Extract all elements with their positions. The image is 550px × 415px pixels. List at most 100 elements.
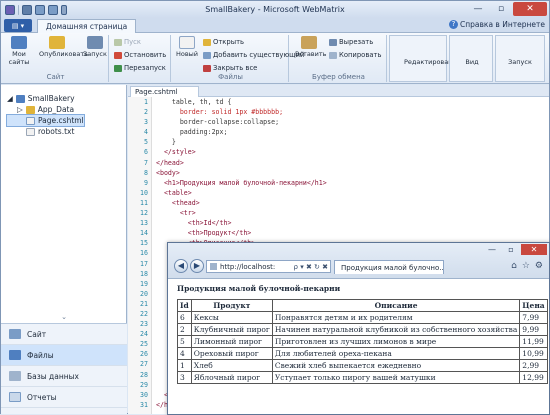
tree-item-label: App_Data — [37, 105, 75, 114]
cut-button[interactable]: Вырезать — [329, 38, 373, 46]
line-number: 9 — [144, 178, 148, 187]
edit-group-button[interactable]: Редактирование — [389, 35, 461, 82]
tree-item-file[interactable]: robots.txt — [7, 126, 84, 137]
run-button[interactable]: Запуск — [81, 35, 109, 58]
code-line: } — [156, 138, 176, 147]
my-sites-icon — [11, 36, 27, 49]
browser-close-button[interactable]: ✕ — [521, 244, 547, 255]
favorites-icon[interactable]: ☆ — [522, 261, 530, 271]
tab-page-cshtml[interactable]: Page.cshtml — [130, 86, 199, 97]
database-icon — [9, 371, 21, 381]
start-icon — [114, 38, 122, 46]
table-row: 2 Клубничный пирог Начинен натуральной клу… — [177, 323, 548, 336]
table-row: 5 Лимонный пирог Приготовлен из лучших лим… — [177, 335, 548, 348]
line-number: 18 — [140, 269, 148, 278]
table-cell: Понравятся детям и их родителям — [271, 311, 521, 324]
browser-minimize-button[interactable]: — — [483, 244, 501, 255]
code-line: <thead> — [156, 198, 200, 207]
tree-item-folder[interactable]: ▷ App_Data — [7, 104, 84, 115]
address-icons[interactable]: ρ ▾ ✖ ↻ ✖ — [294, 263, 330, 271]
editor-tabs: Page.cshtml — [128, 85, 549, 97]
line-number: 29 — [140, 380, 148, 389]
stop-icon — [114, 51, 122, 59]
close-button[interactable]: ✕ — [513, 2, 547, 16]
browser-maximize-button[interactable]: ▫ — [502, 244, 520, 255]
my-sites-button[interactable]: Мои сайты — [5, 35, 33, 66]
paste-button[interactable]: Вставить — [295, 35, 326, 58]
expand-icon[interactable]: ▷ — [17, 105, 23, 114]
table-cell: Приготовлен из лучших лимонов в мире — [271, 335, 521, 348]
table-header-row: Id Продукт Описание Цена — [177, 299, 548, 312]
view-group-button[interactable]: Вид — [449, 35, 493, 82]
open-button[interactable]: Открыть — [203, 38, 244, 46]
line-number: 17 — [140, 259, 148, 268]
minimize-button[interactable]: — — [467, 2, 489, 16]
line-number: 19 — [140, 279, 148, 288]
collapse-icon[interactable]: ◢ — [7, 94, 13, 103]
publish-button[interactable]: Опубликовать — [39, 35, 88, 58]
workspace-files[interactable]: Файлы — [1, 345, 127, 366]
tree-item-file-selected[interactable]: Page.cshtml — [6, 114, 85, 127]
line-number: 1 — [144, 98, 148, 106]
tab-home[interactable]: Домашняя страница — [37, 19, 137, 33]
line-number-gutter: 1 2 3 4 5 6 7 8 9 10 11 12 13 14 15 16 17 18 19 20 21 22 23 24 2… — [128, 97, 152, 414]
back-button[interactable]: ◀ — [174, 259, 188, 273]
workspace-site[interactable]: Сайт — [1, 324, 127, 345]
workspace-reports[interactable]: Отчеты — [1, 387, 127, 408]
restart-button[interactable]: Перезапуск — [114, 64, 166, 72]
files-workspace-icon — [9, 350, 21, 360]
home-icon[interactable]: ⌂ — [511, 261, 517, 271]
line-number: 20 — [140, 289, 148, 298]
workspace-databases[interactable]: Базы данных — [1, 366, 127, 387]
line-number: 12 — [140, 209, 148, 218]
add-existing-icon — [203, 51, 211, 59]
stop-button[interactable]: Остановить — [114, 51, 166, 59]
maximize-button[interactable]: ▫ — [490, 2, 512, 16]
browser-tab[interactable]: Продукция малой булочно... — [334, 260, 444, 274]
application-menu-button[interactable]: ▤ ▾ — [4, 19, 32, 32]
line-number: 10 — [140, 188, 148, 197]
ribbon-tab-row: ▤ ▾ Домашняя страница ? Справка в Интерне… — [1, 18, 549, 33]
line-number: 4 — [144, 128, 148, 137]
workspace-label: Сайт — [27, 329, 47, 339]
table-cell: 3 — [177, 371, 192, 384]
page-icon — [210, 263, 217, 270]
restart-icon — [114, 64, 122, 72]
tree-item-site[interactable]: ◢ SmallBakery — [7, 93, 84, 104]
address-bar[interactable]: http://localhost: ρ ▾ ✖ ↻ ✖ — [206, 260, 331, 273]
add-existing-button[interactable]: Добавить существующий — [203, 51, 304, 59]
table-cell: 5 — [177, 335, 192, 348]
site-group-label: Сайт — [46, 73, 65, 81]
table-row: 3 Яблочный пирог Уступает только пирогу ва… — [177, 371, 548, 384]
start-button[interactable]: Пуск — [114, 38, 141, 46]
table-cell: Начинен натуральной клубникой из собстве… — [271, 323, 521, 336]
page-content: Продукция малой булочной-пекарни Id Проду… — [177, 284, 548, 384]
file-tree: ◢ SmallBakery ▷ App_Data Page.cshtml robot… — [6, 93, 85, 137]
code-line: <body> — [156, 168, 180, 177]
table-cell: Кексы — [190, 311, 273, 324]
settings-gear-icon[interactable]: ⚙ — [535, 261, 543, 271]
line-number: 24 — [140, 330, 148, 339]
new-file-button[interactable]: Новый — [173, 35, 201, 58]
help-link[interactable]: ? Справка в Интернете — [449, 20, 545, 29]
start-label: Пуск — [124, 38, 141, 46]
new-file-label: Новый — [175, 50, 199, 58]
workspace-selector: Сайт Файлы Базы данных Отчеты — [1, 323, 127, 414]
title-bar: SmallBakery - Microsoft WebMatrix — ▫ ✕ — [1, 1, 549, 18]
close-all-button[interactable]: Закрыть все — [203, 64, 257, 72]
run-group-button[interactable]: Запуск — [495, 35, 545, 82]
workspace-label: Базы данных — [27, 371, 79, 381]
workspace-collapse-icon[interactable]: ⌄ — [1, 311, 127, 323]
tree-item-label: SmallBakery — [27, 94, 75, 103]
site-workspace-icon — [9, 329, 21, 339]
page-heading: Продукция малой булочной-пекарни — [177, 284, 341, 293]
column-header: Id — [177, 299, 192, 312]
new-file-icon — [179, 36, 195, 49]
copy-icon — [329, 51, 337, 59]
view-label: Вид — [465, 58, 479, 66]
run-label: Запуск — [83, 50, 107, 58]
close-all-icon — [203, 64, 211, 72]
forward-button[interactable]: ▶ — [190, 259, 204, 273]
line-number: 8 — [144, 168, 148, 177]
copy-button[interactable]: Копировать — [329, 51, 381, 59]
